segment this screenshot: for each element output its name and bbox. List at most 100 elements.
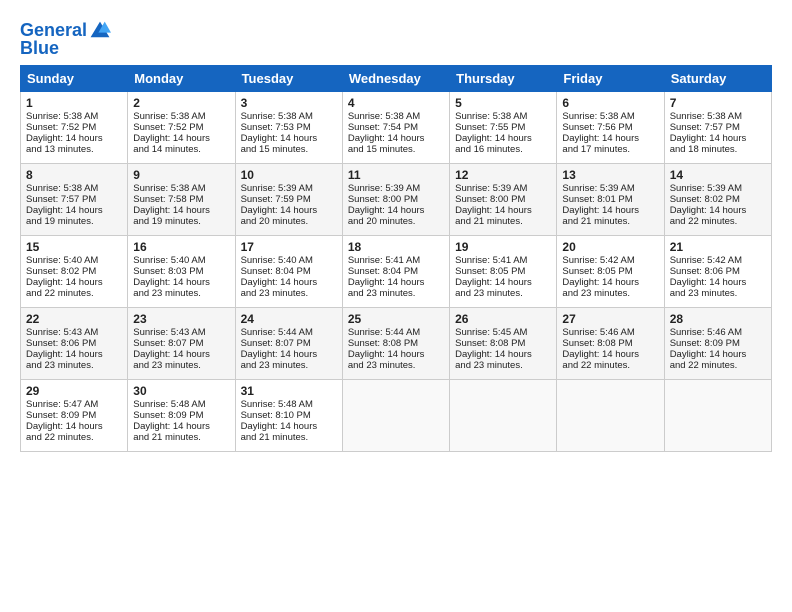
calendar-cell: 5Sunrise: 5:38 AMSunset: 7:55 PMDaylight… (450, 92, 557, 164)
day-info-line: Sunset: 8:00 PM (348, 194, 444, 205)
calendar-cell: 13Sunrise: 5:39 AMSunset: 8:01 PMDayligh… (557, 164, 664, 236)
day-info-line: Sunrise: 5:39 AM (670, 183, 766, 194)
day-info-line: and 21 minutes. (562, 216, 658, 227)
day-info-line: Sunrise: 5:38 AM (26, 183, 122, 194)
day-info-line: Sunrise: 5:38 AM (133, 183, 229, 194)
day-number: 1 (26, 96, 122, 110)
day-info-line: Sunrise: 5:38 AM (670, 111, 766, 122)
day-info-line: and 23 minutes. (348, 288, 444, 299)
calendar-cell: 27Sunrise: 5:46 AMSunset: 8:08 PMDayligh… (557, 308, 664, 380)
calendar-cell: 25Sunrise: 5:44 AMSunset: 8:08 PMDayligh… (342, 308, 449, 380)
day-info-line: Sunrise: 5:42 AM (670, 255, 766, 266)
day-info-line: Daylight: 14 hours (241, 421, 337, 432)
day-info-line: and 20 minutes. (241, 216, 337, 227)
day-info-line: Sunset: 7:58 PM (133, 194, 229, 205)
week-row-5: 29Sunrise: 5:47 AMSunset: 8:09 PMDayligh… (21, 380, 772, 452)
day-number: 22 (26, 312, 122, 326)
day-number: 3 (241, 96, 337, 110)
calendar-cell: 7Sunrise: 5:38 AMSunset: 7:57 PMDaylight… (664, 92, 771, 164)
calendar-cell: 9Sunrise: 5:38 AMSunset: 7:58 PMDaylight… (128, 164, 235, 236)
calendar-cell: 20Sunrise: 5:42 AMSunset: 8:05 PMDayligh… (557, 236, 664, 308)
day-number: 8 (26, 168, 122, 182)
day-info-line: and 22 minutes. (562, 360, 658, 371)
day-info-line: and 20 minutes. (348, 216, 444, 227)
day-info-line: and 23 minutes. (133, 360, 229, 371)
calendar-cell: 1Sunrise: 5:38 AMSunset: 7:52 PMDaylight… (21, 92, 128, 164)
calendar-cell (342, 380, 449, 452)
day-info-line: and 18 minutes. (670, 144, 766, 155)
day-info-line: Daylight: 14 hours (133, 349, 229, 360)
calendar-cell: 28Sunrise: 5:46 AMSunset: 8:09 PMDayligh… (664, 308, 771, 380)
day-info-line: and 23 minutes. (455, 360, 551, 371)
day-info-line: Sunset: 7:52 PM (133, 122, 229, 133)
day-info-line: Sunset: 8:07 PM (133, 338, 229, 349)
day-number: 20 (562, 240, 658, 254)
day-info-line: Daylight: 14 hours (133, 205, 229, 216)
day-number: 30 (133, 384, 229, 398)
day-info-line: Daylight: 14 hours (26, 349, 122, 360)
day-info-line: and 23 minutes. (133, 288, 229, 299)
day-number: 18 (348, 240, 444, 254)
day-number: 27 (562, 312, 658, 326)
header-row: SundayMondayTuesdayWednesdayThursdayFrid… (21, 66, 772, 92)
day-info-line: and 15 minutes. (241, 144, 337, 155)
day-info-line: Daylight: 14 hours (348, 349, 444, 360)
day-info-line: and 21 minutes. (133, 432, 229, 443)
day-info-line: Sunset: 8:10 PM (241, 410, 337, 421)
calendar-cell: 31Sunrise: 5:48 AMSunset: 8:10 PMDayligh… (235, 380, 342, 452)
day-info-line: Daylight: 14 hours (670, 277, 766, 288)
col-header-tuesday: Tuesday (235, 66, 342, 92)
header: General Blue (20, 16, 772, 59)
day-info-line: and 21 minutes. (455, 216, 551, 227)
day-number: 12 (455, 168, 551, 182)
day-info-line: Sunset: 7:57 PM (26, 194, 122, 205)
calendar-cell: 19Sunrise: 5:41 AMSunset: 8:05 PMDayligh… (450, 236, 557, 308)
day-info-line: Daylight: 14 hours (455, 205, 551, 216)
day-info-line: Sunrise: 5:38 AM (455, 111, 551, 122)
day-info-line: Sunrise: 5:38 AM (348, 111, 444, 122)
col-header-friday: Friday (557, 66, 664, 92)
day-info-line: Sunrise: 5:43 AM (26, 327, 122, 338)
calendar-cell: 11Sunrise: 5:39 AMSunset: 8:00 PMDayligh… (342, 164, 449, 236)
day-info-line: Sunrise: 5:41 AM (455, 255, 551, 266)
day-info-line: Daylight: 14 hours (348, 133, 444, 144)
calendar-cell: 17Sunrise: 5:40 AMSunset: 8:04 PMDayligh… (235, 236, 342, 308)
calendar-table: SundayMondayTuesdayWednesdayThursdayFrid… (20, 65, 772, 452)
day-info-line: Sunrise: 5:39 AM (348, 183, 444, 194)
day-info-line: and 16 minutes. (455, 144, 551, 155)
day-number: 4 (348, 96, 444, 110)
calendar-cell: 2Sunrise: 5:38 AMSunset: 7:52 PMDaylight… (128, 92, 235, 164)
calendar-cell: 4Sunrise: 5:38 AMSunset: 7:54 PMDaylight… (342, 92, 449, 164)
day-info-line: Daylight: 14 hours (133, 133, 229, 144)
calendar-cell: 6Sunrise: 5:38 AMSunset: 7:56 PMDaylight… (557, 92, 664, 164)
day-info-line: Sunset: 8:05 PM (562, 266, 658, 277)
day-info-line: Daylight: 14 hours (133, 277, 229, 288)
calendar-cell: 30Sunrise: 5:48 AMSunset: 8:09 PMDayligh… (128, 380, 235, 452)
day-info-line: Sunset: 8:00 PM (455, 194, 551, 205)
day-info-line: Sunset: 7:59 PM (241, 194, 337, 205)
day-number: 29 (26, 384, 122, 398)
day-number: 9 (133, 168, 229, 182)
day-info-line: Sunrise: 5:48 AM (133, 399, 229, 410)
day-info-line: Sunrise: 5:45 AM (455, 327, 551, 338)
day-info-line: Sunset: 8:01 PM (562, 194, 658, 205)
day-info-line: Sunrise: 5:40 AM (241, 255, 337, 266)
day-number: 13 (562, 168, 658, 182)
page: General Blue SundayMondayTuesdayWednesda… (0, 0, 792, 462)
calendar-cell (664, 380, 771, 452)
day-info-line: and 22 minutes. (670, 216, 766, 227)
day-info-line: Sunset: 8:06 PM (670, 266, 766, 277)
day-number: 5 (455, 96, 551, 110)
day-number: 26 (455, 312, 551, 326)
day-info-line: Sunset: 7:56 PM (562, 122, 658, 133)
day-info-line: Sunset: 7:54 PM (348, 122, 444, 133)
day-info-line: and 23 minutes. (455, 288, 551, 299)
day-info-line: Sunset: 8:08 PM (348, 338, 444, 349)
week-row-3: 15Sunrise: 5:40 AMSunset: 8:02 PMDayligh… (21, 236, 772, 308)
day-number: 11 (348, 168, 444, 182)
calendar-cell: 26Sunrise: 5:45 AMSunset: 8:08 PMDayligh… (450, 308, 557, 380)
day-info-line: Daylight: 14 hours (241, 277, 337, 288)
day-info-line: Daylight: 14 hours (26, 421, 122, 432)
day-info-line: Sunrise: 5:42 AM (562, 255, 658, 266)
day-number: 2 (133, 96, 229, 110)
